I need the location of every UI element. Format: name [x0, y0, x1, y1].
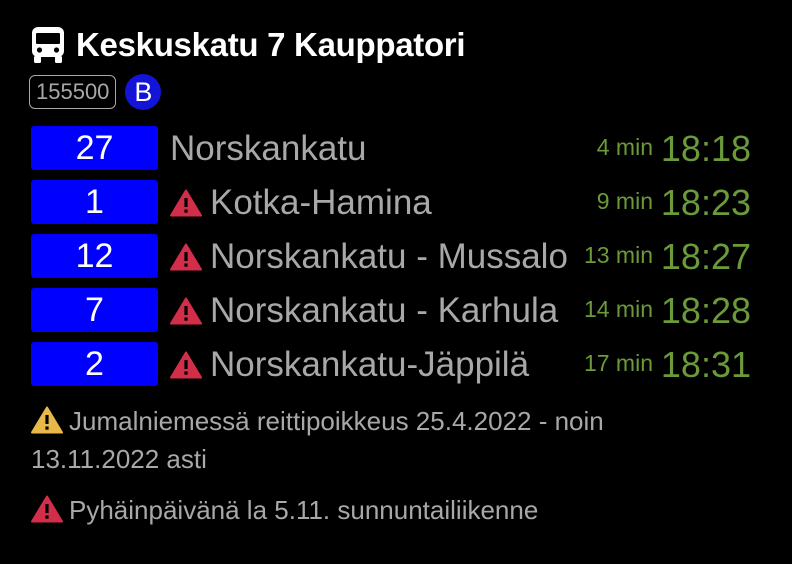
destination-label: Norskankatu - Karhula — [210, 291, 559, 330]
destination: Norskankatu - Karhula — [170, 289, 558, 333]
departures-list: 27 Norskankatu 4 min 18:18 1 Kotka-Hamin… — [31, 122, 771, 392]
stop-meta: 155500 B — [29, 74, 162, 110]
alert-triangle-icon — [170, 243, 202, 271]
alert-triangle-icon — [170, 189, 202, 217]
bus-icon — [32, 27, 64, 63]
departure-row[interactable]: 2 Norskankatu-Jäppilä 17 min 18:31 — [31, 338, 771, 392]
warning-triangle-yellow-icon — [31, 406, 63, 434]
departure-row[interactable]: 1 Kotka-Hamina 9 min 18:23 — [31, 176, 771, 230]
warning-triangle-red-icon — [31, 495, 63, 523]
notice-item: Pyhäinpäivänä la 5.11. sunnuntailiikenne — [31, 491, 731, 529]
route-number-badge: 7 — [31, 288, 158, 332]
notice-text: Pyhäinpäivänä la 5.11. sunnuntailiikenne — [69, 495, 539, 525]
alert-triangle-icon — [170, 351, 202, 379]
destination: Kotka-Hamina — [170, 181, 432, 225]
minutes-until: 9 min — [596, 188, 653, 214]
alert-triangle-icon — [170, 297, 202, 325]
notice-text: Jumalniemessä reittipoikkeus 25.4.2022 -… — [31, 406, 604, 474]
route-number-badge: 1 — [31, 180, 158, 224]
departure-time: 18:28 — [660, 290, 751, 331]
zone-badge: B — [125, 74, 162, 110]
departure-row[interactable]: 12 Norskankatu - Mussalo 13 min 18:27 — [31, 230, 771, 284]
minutes-until: 4 min — [596, 134, 653, 160]
minutes-until: 13 min — [583, 242, 653, 268]
departure-time: 18:31 — [660, 344, 751, 385]
minutes-until: 17 min — [583, 350, 653, 376]
departure-time: 18:27 — [660, 236, 751, 277]
stop-code-badge: 155500 — [29, 75, 117, 109]
destination-label: Norskankatu - Mussalo — [210, 237, 568, 276]
departure-time: 18:23 — [660, 182, 751, 223]
destination: Norskankatu-Jäppilä — [170, 343, 529, 387]
route-number-badge: 12 — [31, 234, 158, 278]
minutes-until: 14 min — [583, 296, 653, 322]
stop-header: Keskuskatu 7 Kauppatori — [30, 24, 466, 66]
destination: Norskankatu — [170, 127, 366, 171]
destination-label: Kotka-Hamina — [210, 183, 432, 222]
destination-label: Norskankatu-Jäppilä — [210, 345, 530, 384]
destination: Norskankatu - Mussalo — [170, 235, 568, 279]
destination-label: Norskankatu — [170, 129, 367, 168]
route-number-badge: 2 — [31, 342, 158, 386]
notice-item: Jumalniemessä reittipoikkeus 25.4.2022 -… — [31, 402, 731, 478]
departure-time: 18:18 — [660, 128, 751, 169]
departure-row[interactable]: 7 Norskankatu - Karhula 14 min 18:28 — [31, 284, 771, 338]
route-number-badge: 27 — [31, 126, 158, 170]
service-notices: Jumalniemessä reittipoikkeus 25.4.2022 -… — [31, 402, 731, 542]
departure-row[interactable]: 27 Norskankatu 4 min 18:18 — [31, 122, 771, 176]
stop-name: Keskuskatu 7 Kauppatori — [76, 26, 466, 63]
